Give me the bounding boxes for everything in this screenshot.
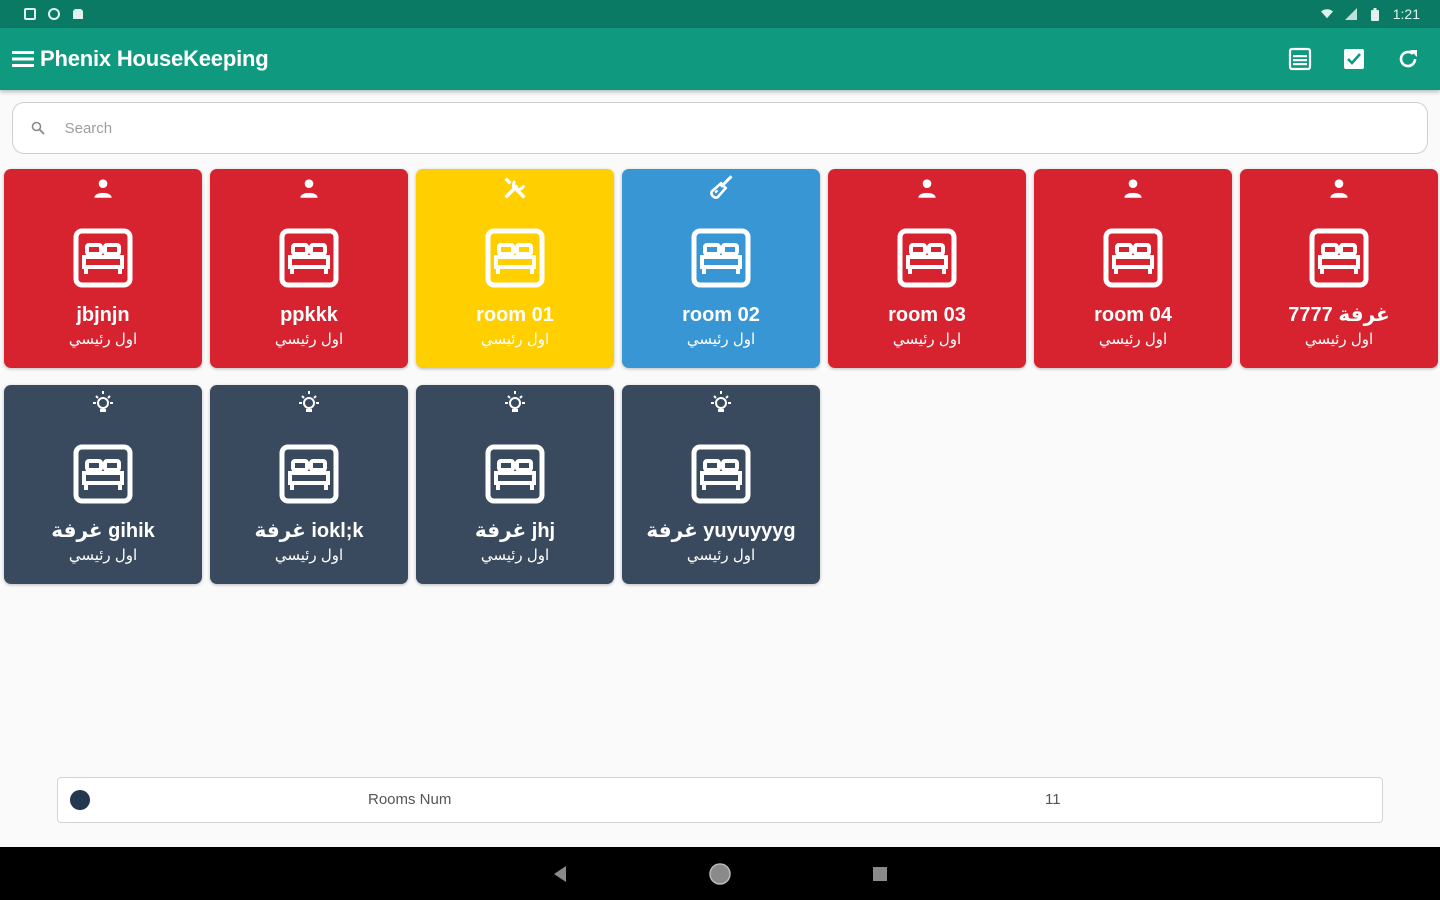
- room-name: غرفة gihik: [51, 520, 155, 542]
- room-card[interactable]: غرفة 7777 اول رئيسي: [1240, 169, 1438, 368]
- room-card[interactable]: room 02 اول رئيسي: [622, 169, 820, 368]
- battery-icon: [1369, 7, 1381, 21]
- checkbox-icon[interactable]: [1336, 41, 1372, 77]
- room-subtitle: اول رئيسي: [480, 547, 550, 564]
- status-time: 1:21: [1392, 6, 1420, 22]
- room-name: غرفة 7777: [1288, 304, 1390, 326]
- lightbulb-icon: [706, 389, 736, 419]
- recents-icon[interactable]: [860, 854, 900, 894]
- person-icon: [912, 173, 942, 203]
- search-icon: [31, 120, 47, 136]
- person-icon: [294, 173, 324, 203]
- room-name: room 02: [682, 304, 760, 326]
- bed-icon: [279, 228, 339, 288]
- sd-card-icon: [72, 8, 84, 20]
- room-card[interactable]: غرفة iokl;k اول رئيسي: [210, 385, 408, 584]
- lightbulb-icon: [294, 389, 324, 419]
- room-card[interactable]: غرفة jhj اول رئيسي: [416, 385, 614, 584]
- room-name: room 04: [1094, 304, 1172, 326]
- room-card[interactable]: غرفة gihik اول رئيسي: [4, 385, 202, 584]
- refresh-icon[interactable]: [1390, 41, 1426, 77]
- room-subtitle: اول رئيسي: [68, 547, 138, 564]
- app-title: Phenix HouseKeeping: [40, 46, 269, 71]
- wifi-icon: [1320, 8, 1333, 20]
- bed-icon: [485, 228, 545, 288]
- room-name: room 03: [888, 304, 966, 326]
- rooms-num-label: Rooms Num: [368, 791, 452, 808]
- person-icon: [1324, 173, 1354, 203]
- room-subtitle: اول رئيسي: [1098, 331, 1168, 348]
- room-card[interactable]: jbjnjn اول رئيسي: [4, 169, 202, 368]
- back-icon[interactable]: [540, 854, 580, 894]
- room-name: jbjnjn: [76, 304, 130, 326]
- rooms-num-value: 11: [1045, 791, 1061, 808]
- room-card[interactable]: room 04 اول رئيسي: [1034, 169, 1232, 368]
- app-bar-actions: [1282, 41, 1426, 77]
- person-icon: [1118, 173, 1148, 203]
- lightbulb-icon: [88, 389, 118, 419]
- status-bar: 1:21: [0, 0, 1440, 28]
- room-name: room 01: [476, 304, 554, 326]
- room-subtitle: اول رئيسي: [68, 331, 138, 348]
- status-bar-system: 1:21: [1320, 6, 1420, 22]
- person-icon: [88, 173, 118, 203]
- room-subtitle: اول رئيسي: [686, 331, 756, 348]
- bed-icon: [691, 228, 751, 288]
- room-subtitle: اول رئيسي: [274, 331, 344, 348]
- bed-icon: [485, 444, 545, 504]
- notification-icon: [24, 8, 36, 20]
- room-card[interactable]: ppkkk اول رئيسي: [210, 169, 408, 368]
- room-subtitle: اول رئيسي: [480, 331, 550, 348]
- search-bar[interactable]: [12, 102, 1428, 154]
- room-card[interactable]: room 01 اول رئيسي: [416, 169, 614, 368]
- room-subtitle: اول رئيسي: [274, 547, 344, 564]
- legend-dot: [70, 790, 90, 810]
- bed-icon: [897, 228, 957, 288]
- bed-icon: [279, 444, 339, 504]
- broom-icon: [706, 173, 736, 203]
- room-subtitle: اول رئيسي: [1304, 331, 1374, 348]
- bed-icon: [73, 228, 133, 288]
- room-subtitle: اول رئيسي: [686, 547, 756, 564]
- tools-icon: [500, 173, 530, 203]
- search-input[interactable]: [62, 118, 1409, 138]
- app-bar: Phenix HouseKeeping: [0, 28, 1440, 90]
- navigation-bar: [0, 847, 1440, 900]
- rooms-grid: jbjnjn اول رئيسي ppkkk اول رئيسي room 01…: [4, 169, 1440, 584]
- room-card[interactable]: room 03 اول رئيسي: [828, 169, 1026, 368]
- bed-icon: [1309, 228, 1369, 288]
- room-name: ppkkk: [280, 304, 338, 326]
- bed-icon: [691, 444, 751, 504]
- sync-icon: [48, 8, 60, 20]
- room-name: غرفة iokl;k: [254, 520, 364, 542]
- receipt-icon[interactable]: [1282, 41, 1318, 77]
- signal-icon: [1344, 8, 1357, 20]
- room-name: غرفة yuyuyyyg: [646, 520, 796, 542]
- home-icon[interactable]: [700, 854, 740, 894]
- room-card[interactable]: غرفة yuyuyyyg اول رئيسي: [622, 385, 820, 584]
- rooms-summary-bar: Rooms Num 11: [57, 777, 1383, 823]
- room-subtitle: اول رئيسي: [892, 331, 962, 348]
- status-bar-notifications: [24, 8, 84, 20]
- menu-icon[interactable]: [12, 50, 34, 68]
- bed-icon: [73, 444, 133, 504]
- bed-icon: [1103, 228, 1163, 288]
- lightbulb-icon: [500, 389, 530, 419]
- room-name: غرفة jhj: [474, 520, 556, 542]
